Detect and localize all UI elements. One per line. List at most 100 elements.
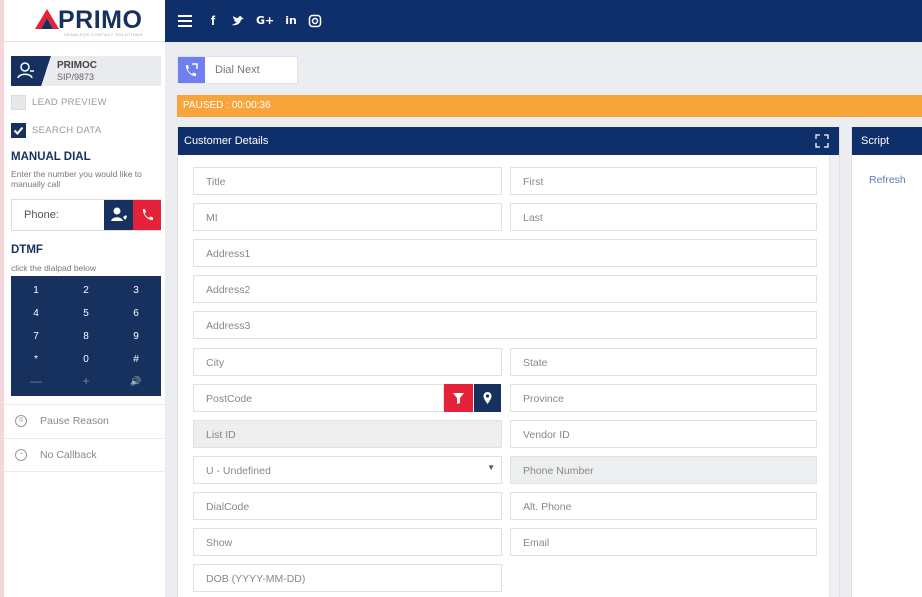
gender-select[interactable]: U - Undefined ▼ (193, 456, 502, 484)
twitter-icon[interactable] (231, 11, 247, 31)
dial-key-7[interactable]: 7 (11, 328, 61, 345)
alt-phone-placeholder: Alt. Phone (523, 501, 572, 513)
postcode-field[interactable]: PostCode (193, 384, 444, 412)
speaker-icon[interactable]: 🔊 (111, 373, 161, 390)
no-callback-label: No Callback (40, 449, 97, 461)
postcode-filter-button[interactable] (444, 384, 473, 412)
dial-user-button[interactable] (104, 200, 133, 230)
address2-placeholder: Address2 (206, 284, 251, 296)
customer-details-scrollbar[interactable] (829, 155, 839, 597)
dial-key-9[interactable]: 9 (111, 328, 161, 345)
top-navigation-bar: f G+ in (165, 0, 922, 42)
dtmf-description: click the dialpad below (11, 263, 97, 273)
menu-icon[interactable] (177, 11, 193, 31)
dob-field[interactable]: DOB (YYYY-MM-DD) (193, 564, 502, 592)
linkedin-icon[interactable]: in (283, 11, 299, 31)
province-field[interactable]: Province (510, 384, 817, 412)
middle-initial-placeholder: MI (206, 212, 218, 224)
facebook-icon[interactable]: f (207, 11, 219, 31)
dial-key-5[interactable]: 5 (61, 305, 111, 322)
dial-key-8[interactable]: 8 (61, 328, 111, 345)
instagram-icon[interactable] (308, 11, 322, 31)
dial-key-star[interactable]: * (11, 351, 61, 368)
script-header: Script (852, 127, 922, 155)
call-status-bar: PAUSED : 00:00:36 (177, 95, 922, 117)
brand-name: PRIMO (58, 6, 143, 34)
email-field[interactable]: Email (510, 528, 817, 556)
user-phone-icon (111, 207, 127, 221)
customer-details-title: Customer Details (184, 135, 269, 147)
lead-preview-label: LEAD PREVIEW (32, 97, 107, 108)
brand-logo[interactable]: PRIMO SEAMLESS CONTACT SOLUTIONS (4, 0, 165, 42)
manual-call-button[interactable] (133, 200, 161, 230)
dial-key-4[interactable]: 4 (11, 305, 61, 322)
dtmf-dialpad: 1 2 3 4 5 6 7 8 9 * 0 # — + 🔊 (11, 276, 161, 396)
script-title: Script (861, 135, 890, 147)
lead-preview-checkbox[interactable] (11, 95, 26, 110)
last-name-placeholder: Last (523, 212, 543, 224)
check-icon (13, 126, 24, 135)
caret-down-icon: ▼ (487, 463, 495, 472)
first-name-placeholder: First (523, 176, 544, 188)
first-name-field[interactable]: First (510, 167, 817, 195)
volume-up-key[interactable]: + (61, 373, 111, 390)
address3-placeholder: Address3 (206, 320, 251, 332)
address1-field[interactable]: Address1 (193, 239, 817, 267)
dial-key-hash[interactable]: # (111, 351, 161, 368)
dial-key-2[interactable]: 2 (61, 282, 111, 299)
title-field-placeholder: Title (206, 176, 226, 188)
manual-dial-description: Enter the number you would like to manua… (11, 169, 142, 189)
dial-next-label: Dial Next (215, 64, 260, 76)
address3-field[interactable]: Address3 (193, 311, 817, 339)
search-data-checkbox[interactable] (11, 123, 26, 138)
filter-icon (453, 393, 464, 404)
agent-card: PRIMOC SIP/9873 (11, 56, 161, 86)
brand-tagline: SEAMLESS CONTACT SOLUTIONS (64, 32, 143, 37)
dial-key-3[interactable]: 3 (111, 282, 161, 299)
user-icon (11, 56, 41, 86)
dtmf-title: DTMF (11, 244, 43, 256)
list-id-placeholder: List ID (206, 429, 236, 441)
dial-key-0[interactable]: 0 (61, 351, 111, 368)
pause-icon: II (15, 415, 27, 427)
dial-key-1[interactable]: 1 (11, 282, 61, 299)
callback-clock-icon: ◔ (15, 449, 27, 461)
phone-icon (142, 209, 153, 221)
expand-icon[interactable] (815, 134, 829, 148)
dob-placeholder: DOB (YYYY-MM-DD) (206, 573, 306, 585)
script-panel: Script Refresh (851, 127, 922, 597)
sidebar: PRIMOC SIP/9873 LEAD PREVIEW SEARCH DATA… (4, 42, 165, 597)
state-field[interactable]: State (510, 348, 817, 376)
agent-card-accent (41, 56, 51, 86)
title-field[interactable]: Title (193, 167, 502, 195)
city-placeholder: City (206, 357, 225, 369)
no-callback-link[interactable]: ◔ No Callback (4, 438, 165, 472)
pause-reason-label: Pause Reason (40, 415, 109, 427)
agent-extension: SIP/9873 (57, 72, 95, 82)
vendor-id-field[interactable]: Vendor ID (510, 420, 817, 448)
email-placeholder: Email (523, 537, 550, 549)
phone-number-field: Phone Number (510, 456, 817, 484)
dial-key-6[interactable]: 6 (111, 305, 161, 322)
call-status-text: PAUSED : 00:00:36 (183, 100, 271, 111)
script-refresh-link[interactable]: Refresh (869, 174, 906, 186)
pause-reason-link[interactable]: II Pause Reason (4, 404, 165, 438)
city-field[interactable]: City (193, 348, 502, 376)
middle-initial-field[interactable]: MI (193, 203, 502, 231)
google-plus-icon[interactable]: G+ (256, 11, 274, 31)
map-pin-icon (483, 392, 492, 404)
last-name-field[interactable]: Last (510, 203, 817, 231)
manual-dial-phone-field[interactable]: Phone: (11, 199, 161, 231)
manual-dial-title: MANUAL DIAL (11, 151, 91, 163)
volume-down-key[interactable]: — (11, 373, 61, 390)
show-field[interactable]: Show (193, 528, 502, 556)
dialcode-field[interactable]: DialCode (193, 492, 502, 520)
postcode-placeholder: PostCode (206, 393, 253, 405)
agent-name: PRIMOC (57, 60, 97, 71)
dial-next-button[interactable]: Dial Next (177, 56, 298, 84)
postcode-locate-button[interactable] (474, 384, 501, 412)
list-id-field: List ID (193, 420, 502, 448)
alt-phone-field[interactable]: Alt. Phone (510, 492, 817, 520)
address2-field[interactable]: Address2 (193, 275, 817, 303)
address1-placeholder: Address1 (206, 248, 251, 260)
